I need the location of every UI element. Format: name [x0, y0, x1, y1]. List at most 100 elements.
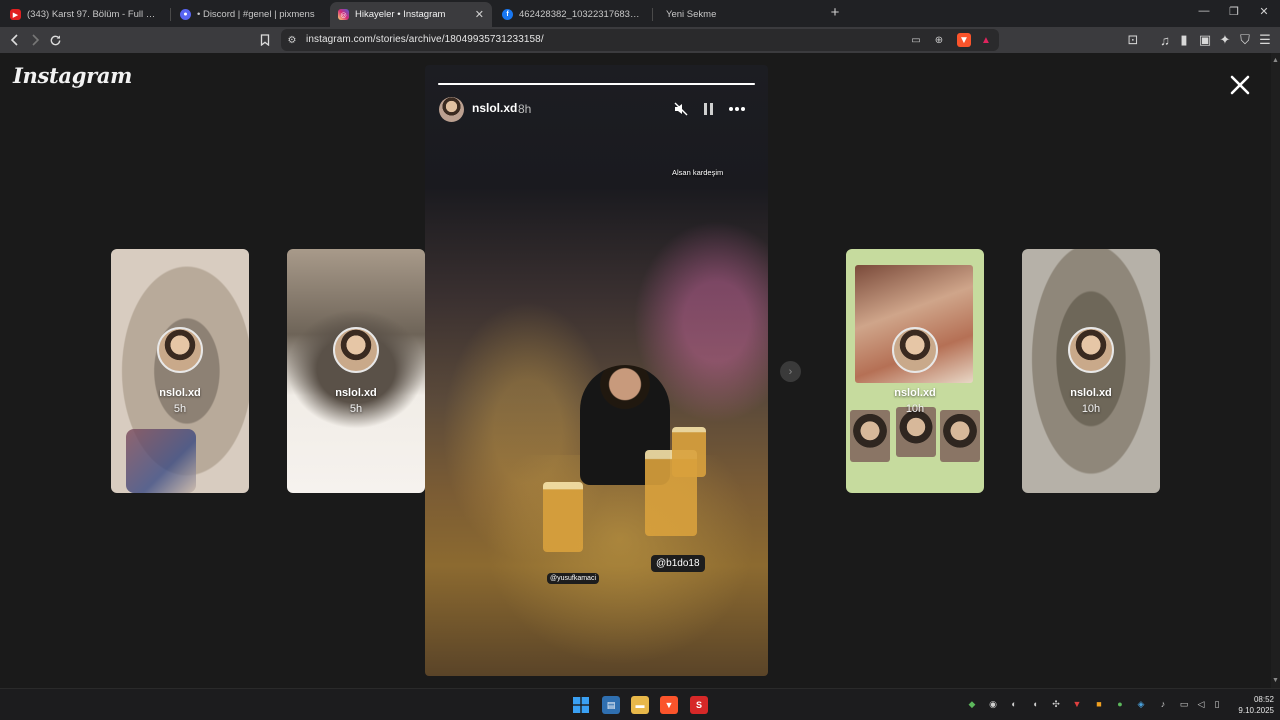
story-username[interactable]: nslol.xd: [472, 101, 517, 115]
more-options-button[interactable]: [727, 99, 747, 119]
page-scrollbar[interactable]: [1271, 53, 1280, 688]
close-stories-button[interactable]: [1226, 71, 1254, 99]
preview-thumbnail: [940, 410, 980, 462]
widgets-icon[interactable]: ▤: [602, 696, 620, 714]
bookmark-button[interactable]: [256, 31, 274, 49]
close-tab-icon[interactable]: ✕: [475, 8, 484, 21]
network-icon[interactable]: ▭: [1178, 698, 1190, 710]
microphone-icon[interactable]: ♪: [1157, 698, 1169, 710]
muted-speaker-icon: [674, 102, 688, 116]
start-button[interactable]: [572, 696, 590, 714]
story-photo-glass: [543, 482, 583, 552]
story-preview-card[interactable]: nslol.xd 10h: [846, 249, 984, 493]
chevron-right-icon: ›: [788, 365, 793, 378]
restore-button[interactable]: ❐: [1224, 5, 1244, 18]
tab-title: 462428382_1032231768384661_346: [519, 9, 642, 20]
back-button[interactable]: [6, 31, 24, 49]
instagram-stories-page: Instagram nslol.xd 5h nslol.xd 5h nslol.…: [0, 53, 1280, 688]
tray-app-icon[interactable]: ◖: [1029, 698, 1041, 710]
tray-app-icon[interactable]: ✣: [1050, 698, 1062, 710]
wallet-button[interactable]: ▣: [1196, 31, 1214, 49]
new-tab-button[interactable]: +: [827, 4, 843, 21]
tab-youtube[interactable]: ▶ (343) Karst 97. Bölüm - Full Bölüm - Y: [2, 2, 168, 27]
forward-arrow-icon: [32, 34, 40, 46]
menu-button[interactable]: ☰: [1256, 31, 1274, 49]
story-photo-glass: [672, 427, 706, 477]
avatar: [157, 327, 203, 373]
preview-time: 5h: [349, 403, 363, 415]
mute-button[interactable]: [671, 99, 691, 119]
tab-title: Hikayeler • Instagram: [355, 9, 446, 20]
scroll-up-icon[interactable]: ▲: [1272, 57, 1279, 64]
preview-time: 10h: [1081, 403, 1101, 415]
mention-tag[interactable]: @b1do18: [651, 555, 705, 572]
file-explorer-icon[interactable]: ▬: [631, 696, 649, 714]
pause-icon: [704, 103, 713, 115]
brave-rewards-icon[interactable]: ▲: [979, 33, 993, 47]
media-button[interactable]: ♫: [1156, 31, 1174, 49]
forward-button[interactable]: [26, 31, 44, 49]
tab-instagram[interactable]: ◎ Hikayeler • Instagram ✕: [330, 2, 492, 27]
browser-tab-strip: ▶ (343) Karst 97. Bölüm - Full Bölüm - Y…: [0, 0, 1280, 27]
next-story-button[interactable]: ›: [780, 361, 801, 382]
volume-icon[interactable]: ◁: [1195, 698, 1207, 710]
leo-ai-button[interactable]: ✦: [1216, 31, 1234, 49]
nvidia-icon[interactable]: ◆: [966, 698, 978, 710]
clock-time: 08:52: [1253, 695, 1274, 704]
preview-username: nslol.xd: [894, 387, 936, 399]
scroll-down-icon[interactable]: ▼: [1272, 677, 1279, 684]
tray-app-icon[interactable]: ▼: [1071, 698, 1083, 710]
tab-separator: [652, 8, 653, 21]
steam-icon[interactable]: ◐: [1008, 698, 1020, 710]
bookmark-icon: [260, 34, 270, 46]
story-viewer[interactable]: nslol.xd 8h Alsan kardeşim @yusufkamaci …: [425, 65, 768, 676]
preview-time: 5h: [173, 403, 187, 415]
back-arrow-icon: [10, 34, 18, 46]
reload-icon: [50, 34, 60, 45]
preview-username: nslol.xd: [1070, 387, 1112, 399]
brave-shields-icon[interactable]: ▼: [957, 33, 971, 47]
tab-title: Yeni Sekme: [666, 9, 717, 20]
url-text[interactable]: instagram.com/stories/archive/1804993573…: [306, 34, 544, 45]
tab-facebook-image[interactable]: f 462428382_1032231768384661_346: [494, 2, 650, 27]
tab-new[interactable]: Yeni Sekme: [658, 2, 818, 27]
tray-app-icon[interactable]: ◉: [987, 698, 999, 710]
app-st-icon[interactable]: S: [690, 696, 708, 714]
preview-username: nslol.xd: [335, 387, 377, 399]
tray-app-icon[interactable]: ■: [1093, 698, 1105, 710]
avatar[interactable]: [439, 97, 464, 122]
story-preview-card[interactable]: nslol.xd 10h: [1022, 249, 1160, 493]
youtube-icon: ▶: [10, 9, 21, 20]
close-window-button[interactable]: ✕: [1254, 5, 1274, 18]
site-settings-icon[interactable]: ⚙: [285, 33, 299, 47]
sidebar-button[interactable]: ▮: [1175, 31, 1193, 49]
story-preview-card[interactable]: nslol.xd 5h: [111, 249, 249, 493]
screenshot-button[interactable]: ⊡: [1124, 31, 1142, 49]
battery-icon[interactable]: ▯: [1211, 698, 1223, 710]
instagram-logo[interactable]: Instagram: [13, 63, 132, 88]
cast-icon[interactable]: ▭: [909, 33, 923, 47]
tab-separator: [170, 8, 171, 21]
instagram-icon: ◎: [338, 9, 349, 20]
avatar: [1068, 327, 1114, 373]
tray-app-icon[interactable]: ◈: [1135, 698, 1147, 710]
address-bar[interactable]: ⚙ instagram.com/stories/archive/18049935…: [281, 29, 999, 51]
tab-title: • Discord | #genel | pixmens: [197, 9, 315, 20]
facebook-icon: f: [502, 9, 513, 20]
story-caption: Alsan kardeşim: [672, 168, 724, 177]
pause-button[interactable]: [699, 99, 719, 119]
mention-tag[interactable]: @yusufkamaci: [547, 573, 600, 584]
browser-toolbar: ⚙ instagram.com/stories/archive/18049935…: [0, 27, 1280, 53]
tray-app-icon[interactable]: ●: [1114, 698, 1126, 710]
tab-discord[interactable]: ● • Discord | #genel | pixmens: [172, 2, 328, 27]
vpn-shield-button[interactable]: ⛉: [1236, 31, 1254, 49]
system-clock[interactable]: 08:52 9.10.2025: [1228, 694, 1274, 716]
avatar: [333, 327, 379, 373]
minimize-button[interactable]: —: [1194, 5, 1214, 17]
brave-browser-icon[interactable]: ▼: [660, 696, 678, 714]
reload-button[interactable]: [46, 31, 64, 49]
story-preview-card[interactable]: nslol.xd 5h: [287, 249, 425, 493]
zoom-icon[interactable]: ⊕: [932, 33, 946, 47]
windows-logo-icon: [573, 697, 589, 713]
story-photo-table: [485, 455, 755, 665]
